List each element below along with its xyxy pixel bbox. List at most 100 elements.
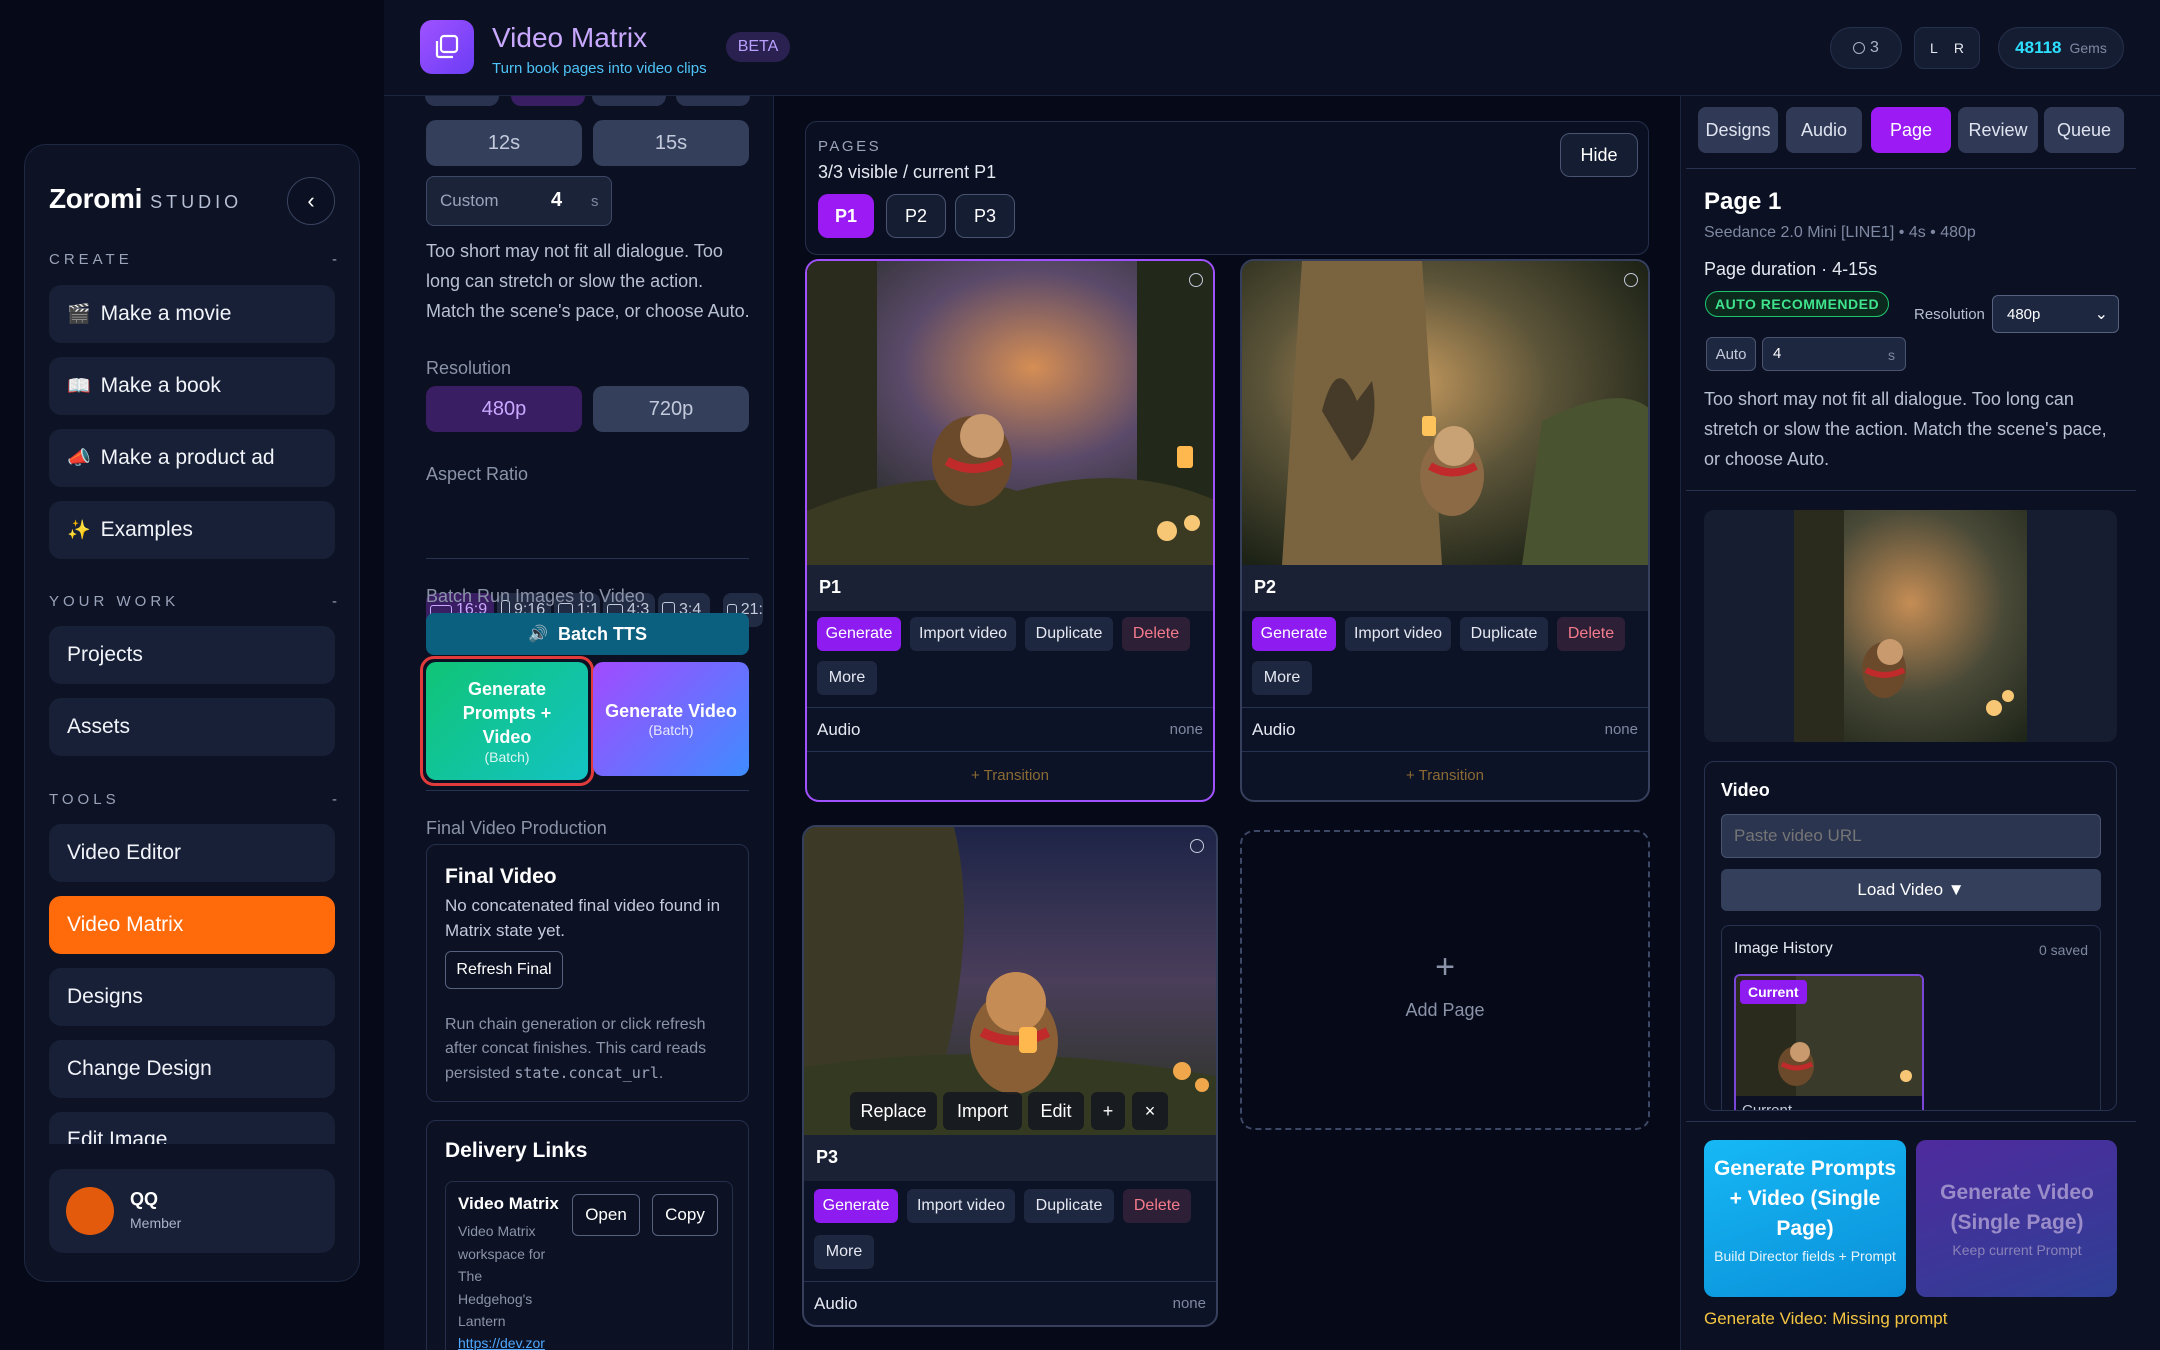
nav-make-movie[interactable]: 🎬 Make a movie — [49, 285, 335, 343]
right-toggle[interactable]: R — [1954, 40, 1964, 56]
select-circle-icon[interactable] — [1189, 273, 1203, 287]
page-card-p3[interactable]: Replace Import Edit + × P3 Generate Impo… — [802, 825, 1218, 1327]
final-help-text: Run chain generation or click refresh af… — [445, 1016, 707, 1082]
nav-video-editor[interactable]: Video Editor — [49, 824, 335, 882]
remove-image-button[interactable]: × — [1132, 1092, 1168, 1130]
beta-badge: BETA — [726, 32, 790, 62]
nav-designs[interactable]: Designs — [49, 968, 335, 1026]
auto-duration-button[interactable]: Auto — [1706, 337, 1756, 371]
custom-duration-value[interactable]: 4 — [551, 189, 562, 212]
edit-image-button[interactable]: Edit — [1028, 1092, 1084, 1130]
lr-toggle[interactable]: LR — [1914, 27, 1980, 69]
nav-examples[interactable]: ✨ Examples — [49, 501, 335, 559]
generate-button-p3[interactable]: Generate — [814, 1189, 898, 1223]
nav-projects[interactable]: Projects — [49, 626, 335, 684]
page-image-p3[interactable] — [804, 827, 1216, 1135]
nav-change-design[interactable]: Change Design — [49, 1040, 335, 1098]
replace-image-button[interactable]: Replace — [850, 1092, 937, 1130]
resolution-select[interactable]: 480p ⌄ — [1992, 295, 2119, 333]
add-image-button[interactable]: + — [1091, 1092, 1125, 1130]
more-button-p2[interactable]: More — [1252, 661, 1312, 695]
gems-balance[interactable]: 48118 Gems — [1998, 27, 2124, 69]
hide-pages-button[interactable]: Hide — [1560, 133, 1638, 177]
history-label: Image History — [1734, 940, 1833, 957]
load-video-button[interactable]: Load Video ▼ — [1721, 869, 2101, 911]
resolution-480p-button[interactable]: 480p — [426, 386, 582, 432]
batch-generate-video-button[interactable]: Generate Video (Batch) — [593, 662, 749, 776]
select-circle-icon[interactable] — [1190, 839, 1204, 853]
duplicate-button-p3[interactable]: Duplicate — [1024, 1189, 1114, 1223]
nav-assets[interactable]: Assets — [49, 698, 335, 756]
page-chip-p3[interactable]: P3 — [955, 194, 1015, 238]
duration-12s-button[interactable]: 12s — [426, 120, 582, 166]
refresh-final-button[interactable]: Refresh Final — [445, 951, 563, 989]
page-card-p1[interactable]: P1 Generate Import video Duplicate Delet… — [805, 259, 1215, 802]
user-card[interactable]: QQ Member — [49, 1169, 335, 1253]
more-button-p3[interactable]: More — [814, 1235, 874, 1269]
nav-make-product-ad[interactable]: 📣 Make a product ad — [49, 429, 335, 487]
video-url-input[interactable] — [1721, 814, 2101, 858]
tab-review[interactable]: Review — [1958, 107, 2038, 153]
video-matrix-logo-icon — [420, 20, 474, 74]
audio-row-p2[interactable]: Audio none — [1242, 707, 1648, 751]
nav-video-matrix[interactable]: Video Matrix — [49, 896, 335, 954]
add-transition-p1[interactable]: + Transition — [807, 751, 1213, 799]
generate-button-p2[interactable]: Generate — [1252, 617, 1336, 651]
custom-duration-field[interactable]: Custom 4 s — [426, 176, 612, 226]
page-label-p3: P3 — [816, 1147, 839, 1167]
audio-row-p1[interactable]: Audio none — [807, 707, 1213, 751]
duration-option-clipped[interactable] — [425, 96, 499, 106]
tab-audio[interactable]: Audio — [1786, 107, 1862, 153]
duration-option-clipped[interactable] — [511, 96, 585, 106]
duplicate-button-p2[interactable]: Duplicate — [1460, 617, 1548, 651]
collapse-sidebar-button[interactable]: ‹ — [287, 177, 335, 225]
avatar — [66, 1187, 114, 1235]
clapper-icon: 🎬 — [67, 304, 91, 325]
resolution-720p-button[interactable]: 720p — [593, 386, 749, 432]
import-video-button-p1[interactable]: Import video — [910, 617, 1016, 651]
add-page-tile[interactable]: + Add Page — [1240, 830, 1650, 1130]
add-transition-p2[interactable]: + Transition — [1242, 751, 1648, 799]
duplicate-button-p1[interactable]: Duplicate — [1025, 617, 1113, 651]
preview-image[interactable] — [1794, 510, 2027, 742]
copy-link-button[interactable]: Copy — [652, 1194, 718, 1236]
delete-button-p1[interactable]: Delete — [1122, 617, 1190, 651]
delivery-link[interactable]: https://dev.zor — [458, 1335, 545, 1350]
generate-video-single-button[interactable]: Generate Video (Single Page) Keep curren… — [1916, 1140, 2117, 1297]
delete-button-p2[interactable]: Delete — [1557, 617, 1625, 651]
open-link-button[interactable]: Open — [572, 1194, 640, 1236]
tab-queue[interactable]: Queue — [2044, 107, 2124, 153]
audio-row-p3[interactable]: Audio none — [804, 1281, 1216, 1325]
page-image-p1[interactable] — [807, 261, 1213, 565]
nav-edit-image[interactable]: Edit Image — [49, 1112, 335, 1144]
batch-generate-prompts-video-button[interactable]: Generate Prompts + Video (Batch) — [426, 662, 588, 780]
generate-button-p1[interactable]: Generate — [817, 617, 901, 651]
duration-option-clipped[interactable] — [592, 96, 666, 106]
import-video-button-p3[interactable]: Import video — [907, 1189, 1015, 1223]
import-video-button-p2[interactable]: Import video — [1345, 617, 1451, 651]
tab-page[interactable]: Page — [1871, 107, 1951, 153]
delete-button-p3[interactable]: Delete — [1123, 1189, 1191, 1223]
tab-designs[interactable]: Designs — [1698, 107, 1778, 153]
job-counter[interactable]: 3 — [1830, 27, 1902, 69]
section-your-work: YOUR WORK - — [49, 593, 337, 610]
delivery-desc: Video Matrix workspace for The Hedgehog's La… — [458, 1223, 546, 1329]
duration-input[interactable]: 4 s — [1762, 337, 1906, 371]
duration-15s-button[interactable]: 15s — [593, 120, 749, 166]
generate-prompts-video-single-button[interactable]: Generate Prompts + Video (Single Page) B… — [1704, 1140, 1906, 1297]
matrix-column: PAGES 3/3 visible / current P1 P1 P2 P3 … — [775, 96, 1679, 1350]
nav-make-book[interactable]: 📖 Make a book — [49, 357, 335, 415]
more-button-p1[interactable]: More — [817, 661, 877, 695]
left-toggle[interactable]: L — [1930, 40, 1938, 56]
history-thumb-current[interactable]: Current Current — [1734, 974, 1924, 1110]
page-image-p2[interactable] — [1242, 261, 1648, 565]
select-circle-icon[interactable] — [1624, 273, 1638, 287]
page-chip-p1[interactable]: P1 — [818, 194, 874, 238]
batch-tts-button[interactable]: 🔊 Batch TTS — [426, 613, 749, 655]
duration-help-text: Too short may not fit all dialogue. Too … — [426, 241, 750, 321]
page-card-p2[interactable]: P2 Generate Import video Duplicate Delet… — [1240, 259, 1650, 802]
duration-option-clipped[interactable] — [676, 96, 750, 106]
page-chip-p2[interactable]: P2 — [886, 194, 946, 238]
import-image-button[interactable]: Import — [943, 1092, 1022, 1130]
circle-icon — [1853, 42, 1866, 54]
